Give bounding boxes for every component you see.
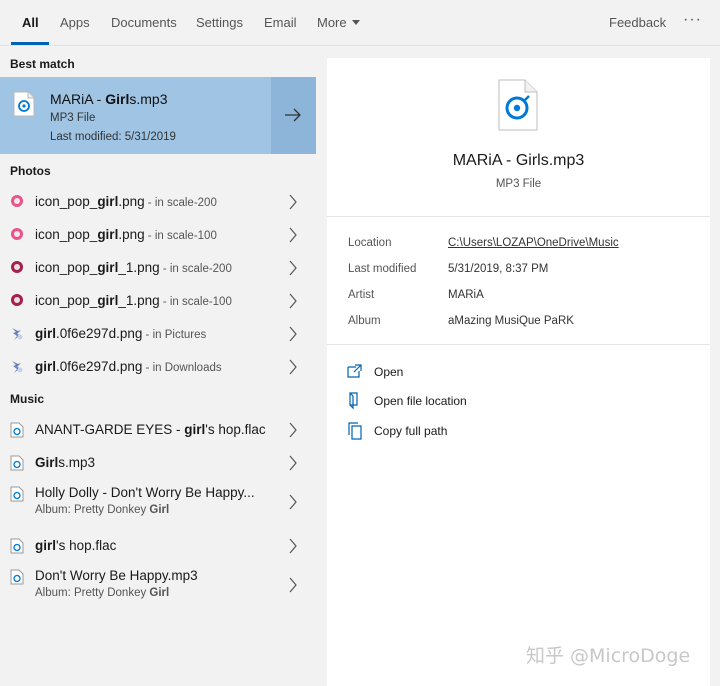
folder-location-icon xyxy=(349,392,358,410)
chevron-right-icon[interactable] xyxy=(288,227,298,243)
preview-pane: MARiA - Girls.mp3 MP3 File Location C:\U… xyxy=(327,58,710,686)
watermark: 知乎 @MicroDoge xyxy=(526,645,691,667)
section-header-music: Music xyxy=(10,392,45,406)
section-header-photos: Photos xyxy=(10,164,51,178)
property-value-modified: 5/31/2019, 8:37 PM xyxy=(448,263,549,275)
copy-full-path-action[interactable]: Copy full path xyxy=(347,421,547,441)
album-label: Album: Pretty Donkey Girl xyxy=(35,587,170,599)
list-item[interactable]: Girls.mp3 xyxy=(0,446,316,479)
image-file-icon xyxy=(9,260,25,276)
caret-down-icon xyxy=(351,20,360,26)
result-label: icon_pop_girl_1.png - in scale-200 xyxy=(35,260,232,275)
list-item[interactable]: girl's hop.flac xyxy=(0,529,316,562)
chevron-right-icon[interactable] xyxy=(288,326,298,342)
list-item[interactable]: icon_pop_girl_1.png - in scale-200 xyxy=(0,251,316,284)
location-link[interactable]: C:\Users\LOZAP\OneDrive\Music xyxy=(448,237,619,249)
best-match-result[interactable]: MARiA - Girls.mp3 MP3 File Last modified… xyxy=(0,77,316,154)
tab-all[interactable]: All xyxy=(22,0,39,46)
chevron-right-icon[interactable] xyxy=(288,538,298,554)
character-image-icon xyxy=(12,328,23,340)
list-item[interactable]: icon_pop_girl.png - in scale-200 xyxy=(0,185,316,218)
search-filter-bar: All Apps Documents Settings Email More F… xyxy=(0,0,720,46)
chevron-right-icon[interactable] xyxy=(288,293,298,309)
open-action-label: Open xyxy=(374,365,404,379)
best-match-type: MP3 File xyxy=(50,112,96,124)
music-file-icon xyxy=(498,79,538,131)
character-image-icon xyxy=(12,361,23,373)
property-key-artist: Artist xyxy=(348,289,375,301)
music-file-icon xyxy=(10,569,24,585)
result-label: icon_pop_girl.png - in scale-100 xyxy=(35,227,217,242)
result-label: girl's hop.flac xyxy=(35,538,117,553)
music-file-icon xyxy=(10,422,24,438)
tab-email[interactable]: Email xyxy=(264,0,297,46)
best-match-expand-button[interactable] xyxy=(271,77,316,154)
image-file-icon xyxy=(9,227,25,243)
album-label: Album: Pretty Donkey Girl xyxy=(35,504,170,516)
result-label: girl.0f6e297d.png - in Downloads xyxy=(35,359,222,374)
copy-full-path-label: Copy full path xyxy=(374,424,448,438)
tab-documents[interactable]: Documents xyxy=(111,0,177,46)
music-file-icon xyxy=(13,91,35,117)
music-file-icon xyxy=(10,455,24,471)
list-item[interactable]: Don't Worry Be Happy.mp3 Album: Pretty D… xyxy=(0,565,316,609)
tab-settings[interactable]: Settings xyxy=(196,0,243,46)
result-label: girl.0f6e297d.png - in Pictures xyxy=(35,326,207,341)
image-file-icon xyxy=(9,194,25,210)
tab-more[interactable]: More xyxy=(317,0,360,46)
best-match-title: MARiA - Girls.mp3 xyxy=(50,91,168,107)
open-file-location-label: Open file location xyxy=(374,394,467,408)
preview-title: MARiA - Girls.mp3 xyxy=(452,152,585,169)
chevron-right-icon[interactable] xyxy=(288,359,298,375)
tab-more-label: More xyxy=(317,15,347,30)
divider xyxy=(327,344,710,345)
section-header-best-match: Best match xyxy=(10,57,75,71)
results-pane: Best match MARiA - Girls.mp3 MP3 File La… xyxy=(0,47,316,686)
list-item[interactable]: girl.0f6e297d.png - in Downloads xyxy=(0,350,316,383)
best-match-modified: Last modified: 5/31/2019 xyxy=(50,131,176,143)
result-label: icon_pop_girl_1.png - in scale-100 xyxy=(35,293,232,308)
list-item[interactable]: girl.0f6e297d.png - in Pictures xyxy=(0,317,316,350)
preview-type: MP3 File xyxy=(495,178,542,190)
property-key-modified: Last modified xyxy=(348,263,417,275)
property-key-album: Album xyxy=(348,315,381,327)
music-file-icon xyxy=(10,486,24,502)
more-options-button[interactable]: ··· xyxy=(683,0,702,46)
open-action[interactable]: Open xyxy=(347,362,547,382)
arrow-right-icon xyxy=(285,108,301,122)
list-item[interactable]: ANANT-GARDE EYES - girl's hop.flac xyxy=(0,413,316,446)
result-label: Girls.mp3 xyxy=(35,455,96,470)
image-file-icon xyxy=(9,293,25,309)
result-label: icon_pop_girl.png - in scale-200 xyxy=(35,194,217,209)
active-tab-indicator xyxy=(11,42,49,45)
best-match-open[interactable]: MARiA - Girls.mp3 MP3 File Last modified… xyxy=(0,77,270,154)
property-value-album: aMazing MusiQue PaRK xyxy=(448,315,574,327)
tab-apps[interactable]: Apps xyxy=(60,0,90,46)
result-label: Don't Worry Be Happy.mp3 xyxy=(35,568,198,583)
music-file-icon xyxy=(10,538,24,554)
property-value-artist: MARiA xyxy=(448,289,484,301)
list-item[interactable]: Holly Dolly - Don't Worry Be Happy... Al… xyxy=(0,482,316,526)
chevron-right-icon[interactable] xyxy=(288,577,298,593)
feedback-button[interactable]: Feedback xyxy=(609,0,666,46)
list-item[interactable]: icon_pop_girl_1.png - in scale-100 xyxy=(0,284,316,317)
result-label: ANANT-GARDE EYES - girl's hop.flac xyxy=(35,422,266,437)
property-key-location: Location xyxy=(348,237,392,249)
result-label: Holly Dolly - Don't Worry Be Happy... xyxy=(35,485,255,500)
open-file-location-action[interactable]: Open file location xyxy=(347,391,547,411)
list-item[interactable]: icon_pop_girl.png - in scale-100 xyxy=(0,218,316,251)
copy-icon xyxy=(348,422,362,440)
chevron-right-icon[interactable] xyxy=(288,260,298,276)
chevron-right-icon[interactable] xyxy=(288,194,298,210)
chevron-right-icon[interactable] xyxy=(288,422,298,438)
open-icon xyxy=(347,364,362,378)
chevron-right-icon[interactable] xyxy=(288,455,298,471)
divider xyxy=(327,216,710,217)
chevron-right-icon[interactable] xyxy=(288,494,298,510)
